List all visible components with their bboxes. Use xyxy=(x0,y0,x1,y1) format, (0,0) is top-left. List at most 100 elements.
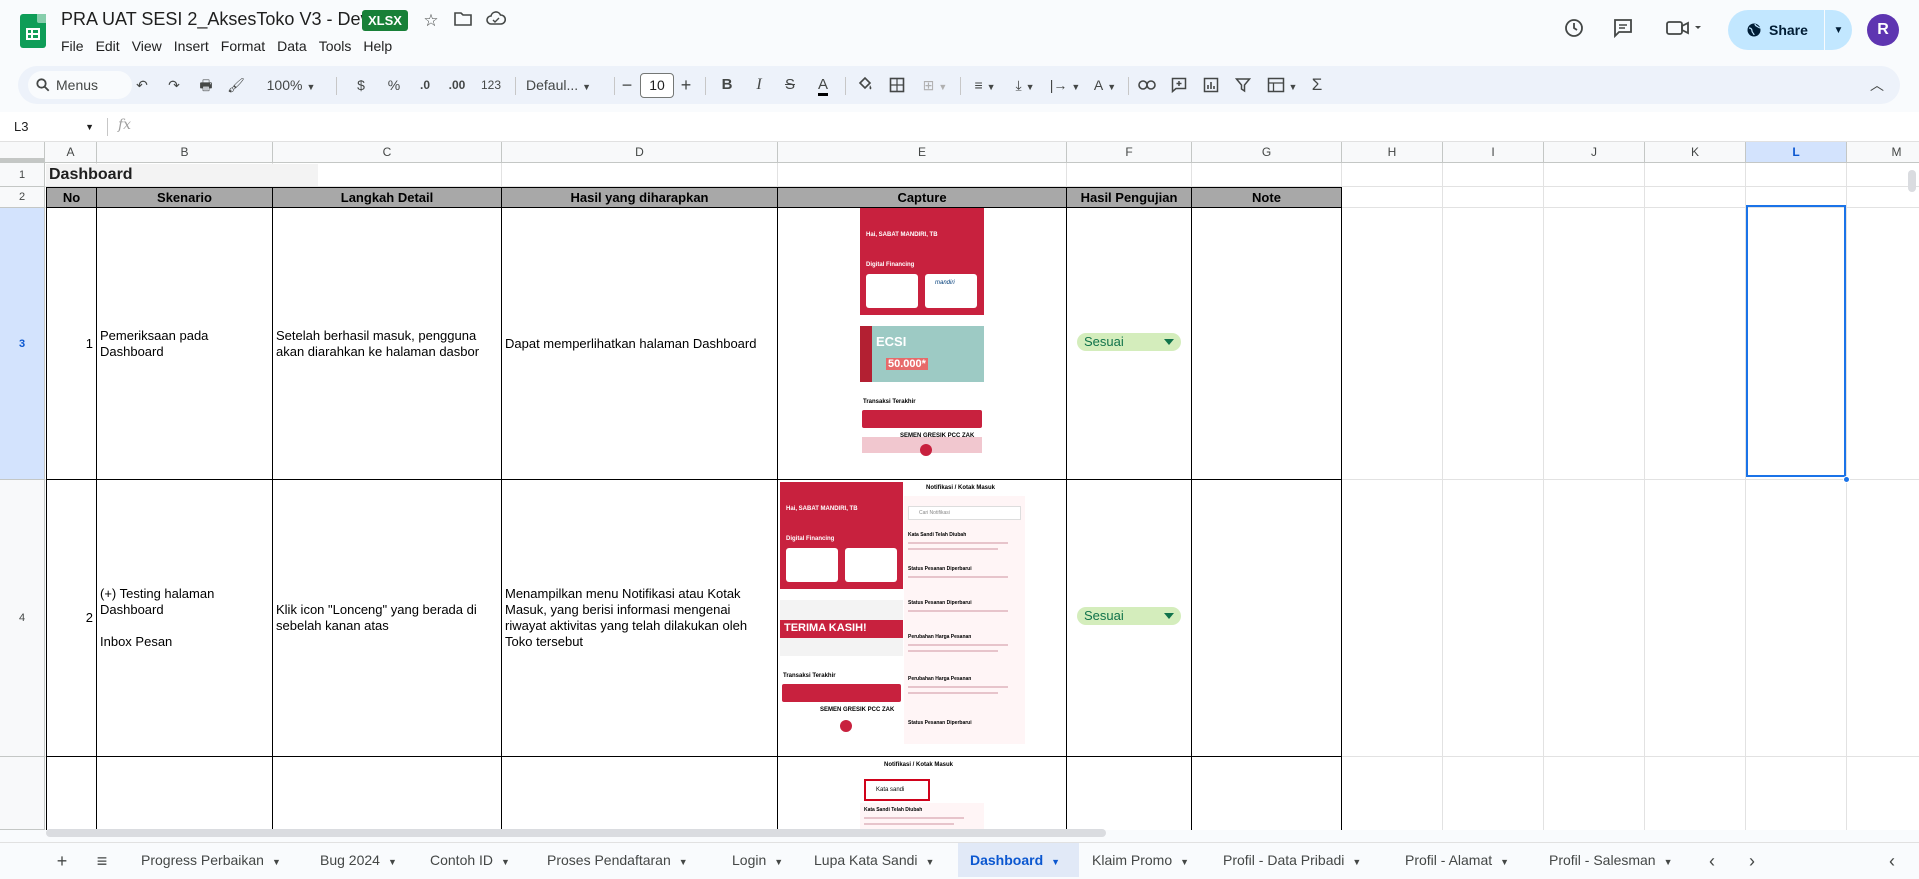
font-size-increase-button[interactable]: + xyxy=(677,66,695,104)
column-header-b[interactable]: B xyxy=(97,142,273,163)
cell-skenario-2[interactable]: (+) Testing halaman Dashboard Inbox Pesa… xyxy=(97,480,273,757)
column-header-k[interactable]: K xyxy=(1645,142,1746,163)
column-header-a[interactable]: A xyxy=(45,142,97,163)
menu-view[interactable]: View xyxy=(126,36,168,56)
sheet-tab-dashboard[interactable]: Dashboard ▼ xyxy=(958,843,1079,877)
menu-edit[interactable]: Edit xyxy=(90,36,126,56)
scroll-tabs-right-icon[interactable]: › xyxy=(1740,850,1764,872)
fill-color-icon[interactable] xyxy=(854,66,876,104)
menu-search[interactable]: Menus xyxy=(28,71,132,99)
cell-langkah-3[interactable] xyxy=(273,757,502,830)
column-header-l[interactable]: L xyxy=(1746,142,1847,163)
cell-hasil-3[interactable] xyxy=(502,757,778,830)
column-header-m[interactable]: M xyxy=(1847,142,1919,163)
history-icon[interactable] xyxy=(1561,17,1587,43)
document-title[interactable]: PRA UAT SESI 2_AksesToko V3 - Dev xyxy=(61,9,369,30)
cell-skenario-1[interactable]: Pemeriksaan pada Dashboard xyxy=(97,208,273,480)
scroll-tabs-left-icon[interactable]: ‹ xyxy=(1700,850,1724,872)
column-header-d[interactable]: D xyxy=(502,142,778,163)
video-call-icon[interactable] xyxy=(1663,17,1707,43)
cell-capture-3[interactable]: Notifikasi / Kotak Masuk Kata sandi Kata… xyxy=(778,757,1067,830)
share-dropdown-icon[interactable]: ▼ xyxy=(1825,25,1852,36)
sheet-tab-lupa-kata-sandi[interactable]: Lupa Kata Sandi ▼ xyxy=(802,843,952,877)
column-header-f[interactable]: F xyxy=(1067,142,1192,163)
sheet-tab-profil-alamat[interactable]: Profil - Alamat ▼ xyxy=(1393,843,1533,877)
add-sheet-icon[interactable]: + xyxy=(50,850,74,872)
menu-format[interactable]: Format xyxy=(215,36,271,56)
cell-langkah-1[interactable]: Setelah berhasil masuk, pengguna akan di… xyxy=(273,208,502,480)
strikethrough-icon[interactable]: S xyxy=(780,66,800,104)
paint-format-icon[interactable]: 🖌︎ xyxy=(225,66,247,104)
comment-add-icon[interactable] xyxy=(1168,66,1190,104)
sheet-tab-klaim-promo[interactable]: Klaim Promo ▼ xyxy=(1080,843,1202,877)
functions-icon[interactable]: Σ xyxy=(1306,66,1328,104)
redo-icon[interactable]: ↷ xyxy=(163,66,185,104)
sheet-tab-bug-2024[interactable]: Bug 2024 ▼ xyxy=(308,843,414,877)
row-header-4[interactable]: 4 xyxy=(0,480,45,757)
menu-insert[interactable]: Insert xyxy=(168,36,215,56)
header-capture[interactable]: Capture xyxy=(778,187,1067,208)
table-icon[interactable]: ▼ xyxy=(1264,66,1300,104)
valign-icon[interactable]: ⤓ ▼ xyxy=(1008,66,1042,104)
currency-format-button[interactable]: $ xyxy=(351,66,371,104)
horizontal-scrollbar[interactable] xyxy=(46,829,1106,837)
side-panel-toggle-icon[interactable]: ‹ xyxy=(1880,850,1904,872)
zoom-select[interactable]: 100% ▼ xyxy=(261,66,321,104)
sheet-tab-profil-data-pribadi[interactable]: Profil - Data Pribadi ▼ xyxy=(1211,843,1397,877)
row-header-1[interactable]: 1 xyxy=(0,163,45,187)
cell-langkah-2[interactable]: Klik icon "Lonceng" yang berada di sebel… xyxy=(273,480,502,757)
number-format-button[interactable]: 123 xyxy=(476,66,506,104)
cell-no-2[interactable]: 2 xyxy=(46,480,97,757)
all-sheets-icon[interactable]: ≡ xyxy=(90,850,114,872)
cell-hasil-2[interactable]: Menampilkan menu Notifikasi atau Kotak M… xyxy=(502,480,778,757)
sheet-tab-proses-pendaftaran[interactable]: Proses Pendaftaran ▼ xyxy=(535,843,715,877)
vertical-scrollbar[interactable] xyxy=(1908,170,1916,192)
cloud-status-icon[interactable] xyxy=(486,11,507,31)
font-size-decrease-button[interactable]: − xyxy=(618,66,636,104)
select-all-corner[interactable] xyxy=(0,142,45,163)
link-icon[interactable] xyxy=(1136,66,1158,104)
bold-icon[interactable]: B xyxy=(717,66,737,104)
decrease-decimal-button[interactable]: .0 xyxy=(412,66,438,104)
wrap-icon[interactable]: |→ ▼ xyxy=(1048,66,1082,104)
header-note[interactable]: Note xyxy=(1192,187,1342,208)
header-skenario[interactable]: Skenario xyxy=(97,187,273,208)
row-header-5[interactable] xyxy=(0,757,45,830)
sheet-tab-profil-salesman[interactable]: Profil - Salesman ▼ xyxy=(1537,843,1689,877)
menu-help[interactable]: Help xyxy=(357,36,398,56)
header-hasil-diharapkan[interactable]: Hasil yang diharapkan xyxy=(502,187,778,208)
menu-tools[interactable]: Tools xyxy=(313,36,358,56)
sheets-logo-icon[interactable] xyxy=(20,14,46,48)
italic-icon[interactable]: I xyxy=(749,66,769,104)
comment-icon[interactable] xyxy=(1610,17,1636,43)
rotate-icon[interactable]: A ▼ xyxy=(1088,66,1122,104)
sheet-tab-contoh-id[interactable]: Contoh ID ▼ xyxy=(418,843,528,877)
font-size-input[interactable]: 10 xyxy=(640,73,674,98)
sheet-tab-progress-perbaikan[interactable]: Progress Perbaikan ▼ xyxy=(129,843,299,877)
name-box[interactable]: L3 ▼ xyxy=(14,117,94,137)
cell-skenario-3[interactable] xyxy=(97,757,273,830)
cell-note-3[interactable] xyxy=(1192,757,1342,830)
share-button[interactable]: Share ▼ xyxy=(1728,10,1852,50)
spreadsheet-grid[interactable]: A B C D E F G H I J K L M 1 2 3 4 Dashbo… xyxy=(0,142,1919,830)
collapse-icon[interactable]: ︿ xyxy=(1866,66,1888,104)
menu-file[interactable]: File xyxy=(61,36,90,56)
borders-icon[interactable] xyxy=(886,66,908,104)
cell-status-1[interactable]: Sesuai xyxy=(1067,208,1192,480)
cell-capture-2[interactable]: Hai, SABAT MANDIRI, TB Digital Financing… xyxy=(778,480,1067,757)
status-chip-2[interactable]: Sesuai xyxy=(1077,607,1181,625)
column-header-i[interactable]: I xyxy=(1443,142,1544,163)
column-header-g[interactable]: G xyxy=(1192,142,1342,163)
row-header-3[interactable]: 3 xyxy=(0,208,45,480)
cell-capture-1[interactable]: Hai, SABAT MANDIRI, TB Digital Financing… xyxy=(778,208,1067,480)
merge-icon[interactable]: ⊞ ▼ xyxy=(918,66,952,104)
sheet-title-cell[interactable]: Dashboard xyxy=(46,164,318,186)
cell-hasil-1[interactable]: Dapat memperlihatkan halaman Dashboard xyxy=(502,208,778,480)
active-cell-selection[interactable] xyxy=(1746,205,1846,477)
row-header-2[interactable]: 2 xyxy=(0,187,45,208)
avatar[interactable]: R xyxy=(1867,14,1899,46)
print-icon[interactable]: 🖶︎ xyxy=(195,66,217,104)
column-header-h[interactable]: H xyxy=(1342,142,1443,163)
align-icon[interactable]: ≡ ▼ xyxy=(968,66,1002,104)
undo-icon[interactable]: ↶ xyxy=(131,66,153,104)
